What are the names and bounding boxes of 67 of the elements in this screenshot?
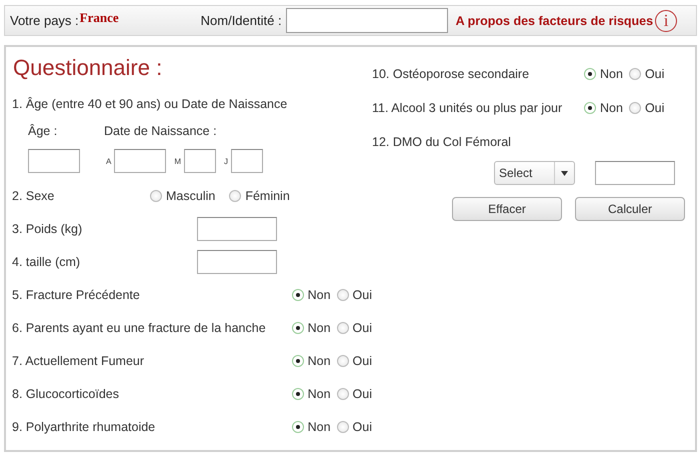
option-label: Oui xyxy=(352,420,372,434)
question-label: 4. taille (cm) xyxy=(12,254,82,268)
caret-icon xyxy=(561,170,568,176)
input-field[interactable] xyxy=(197,250,277,274)
question-label: 1. Âge (entre 40 et 90 ans) ou Date de Naissance xyxy=(12,97,288,111)
birth-date-label: Date de Naissance : xyxy=(104,124,217,138)
option-label: Oui xyxy=(644,101,664,115)
option-label: Masculin xyxy=(166,188,216,202)
option-label: Non xyxy=(600,67,623,81)
option-label: Féminin xyxy=(245,188,290,202)
input-field[interactable] xyxy=(197,216,277,240)
age-label: Âge : xyxy=(28,124,58,138)
question-label: 11. Alcool 3 unités ou plus par jour xyxy=(372,101,564,115)
question-label: 10. Ostéoporose secondaire xyxy=(372,67,530,81)
radio-button[interactable] xyxy=(292,388,304,400)
info-icon[interactable]: i xyxy=(655,10,678,32)
option-label: Non xyxy=(308,420,331,434)
input-field[interactable] xyxy=(231,149,264,173)
clear-button[interactable]: Effacer xyxy=(452,197,562,221)
option-label: Oui xyxy=(352,288,372,302)
question-label: 5. Fracture Précédente xyxy=(12,288,141,302)
country-label: Votre pays : xyxy=(10,13,79,28)
radio-button[interactable] xyxy=(336,288,349,300)
input-field[interactable] xyxy=(595,161,675,185)
radio-button[interactable] xyxy=(628,68,641,80)
radio-button[interactable] xyxy=(584,68,596,80)
question-label: 12. DMO du Col Fémoral xyxy=(372,135,511,149)
option-label: Oui xyxy=(352,320,372,334)
radio-button[interactable] xyxy=(229,190,242,202)
radio-button[interactable] xyxy=(336,420,349,432)
name-label: Nom/Identité : xyxy=(200,13,282,28)
radio-button[interactable] xyxy=(584,102,596,114)
question-label: 9. Polyarthrite rhumatoide xyxy=(12,420,156,434)
field-label: M xyxy=(174,156,182,166)
question-label: 2. Sexe xyxy=(12,188,56,202)
option-label: Non xyxy=(308,386,331,400)
radio-button[interactable] xyxy=(628,102,641,114)
question-label: 3. Poids (kg) xyxy=(12,222,84,236)
option-label: Non xyxy=(600,101,623,115)
field-label: A xyxy=(106,156,112,166)
option-label: Oui xyxy=(352,354,372,368)
question-label: 7. Actuellement Fumeur xyxy=(12,354,146,368)
option-label: Non xyxy=(308,320,331,334)
radio-button[interactable] xyxy=(336,322,349,334)
radio-button[interactable] xyxy=(292,288,304,300)
input-field[interactable] xyxy=(184,149,216,173)
radio-button[interactable] xyxy=(292,322,304,334)
field-label: J xyxy=(224,156,228,166)
option-label: Non xyxy=(308,288,331,302)
option-label: Oui xyxy=(352,386,372,400)
radio-button[interactable] xyxy=(292,354,304,366)
select-dropdown[interactable]: Select xyxy=(494,161,575,185)
option-label: Oui xyxy=(644,67,664,81)
input-field[interactable] xyxy=(114,149,166,173)
input-field[interactable] xyxy=(28,149,80,173)
radio-button[interactable] xyxy=(150,190,162,202)
radio-button[interactable] xyxy=(292,420,304,432)
questionnaire-title: Questionnaire : xyxy=(13,55,164,82)
about-link[interactable]: A propos des facteurs de risques xyxy=(456,14,654,28)
radio-button[interactable] xyxy=(336,388,349,400)
calculate-button[interactable]: Calculer xyxy=(575,197,685,221)
name-field[interactable] xyxy=(286,8,448,33)
question-label: 8. Glucocorticoïdes xyxy=(12,386,120,400)
country-value: France xyxy=(80,10,119,26)
question-label: 6. Parents ayant eu une fracture de la hanche xyxy=(12,320,267,334)
option-label: Non xyxy=(308,354,331,368)
radio-button[interactable] xyxy=(336,354,349,366)
